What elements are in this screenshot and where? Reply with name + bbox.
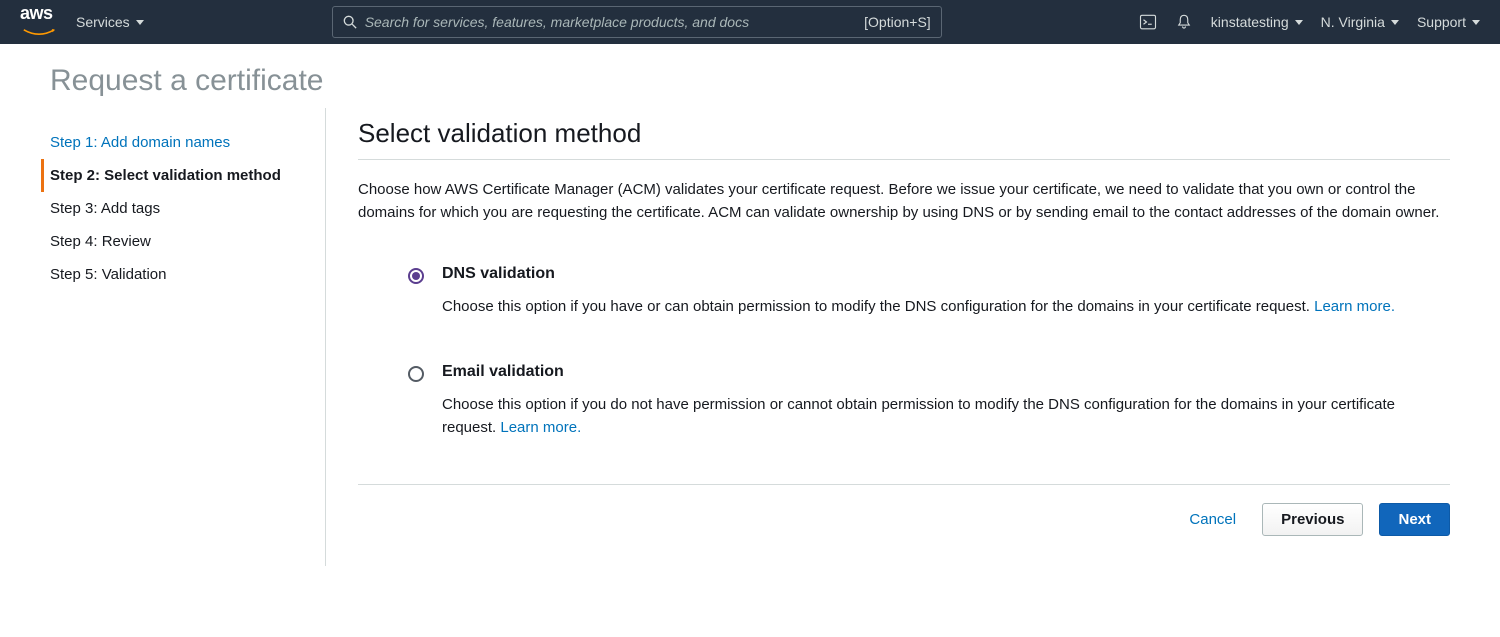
support-menu[interactable]: Support (1417, 14, 1480, 30)
radio-content: DNS validation Choose this option if you… (442, 265, 1450, 318)
dns-learn-more-link[interactable]: Learn more. (1314, 298, 1395, 315)
aws-logo[interactable]: aws (20, 3, 58, 42)
region-menu[interactable]: N. Virginia (1321, 14, 1399, 30)
dns-validation-desc-text: Choose this option if you have or can ob… (442, 298, 1314, 315)
step-1[interactable]: Step 1: Add domain names (50, 126, 325, 159)
radio-unselected-icon[interactable] (408, 366, 424, 382)
page-title-wrap: Request a certificate (0, 44, 1500, 108)
search-input[interactable] (365, 14, 864, 30)
caret-down-icon (1295, 20, 1303, 25)
step-3[interactable]: Step 3: Add tags (50, 192, 325, 225)
caret-down-icon (1391, 20, 1399, 25)
section-title: Select validation method (358, 118, 1450, 159)
radio-selected-icon[interactable] (408, 268, 424, 284)
services-label: Services (76, 14, 130, 30)
caret-down-icon (136, 20, 144, 25)
footer-bar: Cancel Previous Next (358, 484, 1450, 536)
step-4[interactable]: Step 4: Review (50, 225, 325, 258)
email-validation-desc: Choose this option if you do not have pe… (442, 393, 1450, 440)
step-5[interactable]: Step 5: Validation (50, 258, 325, 291)
section-desc: Choose how AWS Certificate Manager (ACM)… (358, 178, 1450, 225)
sidebar: Step 1: Add domain names Step 2: Select … (50, 108, 325, 566)
dns-validation-title: DNS validation (442, 265, 1450, 283)
search-wrap: [Option+S] (332, 6, 942, 38)
region-label: N. Virginia (1321, 14, 1385, 30)
email-validation-desc-text: Choose this option if you do not have pe… (442, 396, 1395, 436)
step-list: Step 1: Add domain names Step 2: Select … (50, 126, 325, 291)
search-icon (343, 15, 357, 29)
aws-logo-inner: aws (20, 3, 58, 42)
support-label: Support (1417, 14, 1466, 30)
top-nav: aws Services [Option+S] kinstatesting N.… (0, 0, 1500, 44)
caret-down-icon (1472, 20, 1480, 25)
aws-swoosh-icon (20, 29, 58, 37)
cancel-button[interactable]: Cancel (1179, 505, 1246, 534)
email-validation-option[interactable]: Email validation Choose this option if y… (408, 363, 1450, 440)
validation-radio-group: DNS validation Choose this option if you… (358, 265, 1450, 440)
radio-content: Email validation Choose this option if y… (442, 363, 1450, 440)
email-learn-more-link[interactable]: Learn more. (500, 419, 581, 436)
next-button[interactable]: Next (1379, 503, 1450, 536)
step-2[interactable]: Step 2: Select validation method (41, 159, 325, 192)
page-title: Request a certificate (50, 64, 1450, 98)
search-box[interactable]: [Option+S] (332, 6, 942, 38)
dns-validation-desc: Choose this option if you have or can ob… (442, 295, 1450, 318)
cloudshell-icon[interactable] (1139, 13, 1157, 31)
dns-validation-option[interactable]: DNS validation Choose this option if you… (408, 265, 1450, 318)
content: Step 1: Add domain names Step 2: Select … (0, 108, 1500, 566)
section-divider (358, 159, 1450, 160)
email-validation-title: Email validation (442, 363, 1450, 381)
main: Select validation method Choose how AWS … (326, 108, 1450, 566)
account-label: kinstatesting (1211, 14, 1289, 30)
previous-button[interactable]: Previous (1262, 503, 1363, 536)
services-menu[interactable]: Services (76, 14, 144, 30)
bell-icon[interactable] (1175, 13, 1193, 31)
radio-dot-icon (412, 272, 420, 280)
account-menu[interactable]: kinstatesting (1211, 14, 1303, 30)
search-shortcut: [Option+S] (864, 14, 931, 30)
